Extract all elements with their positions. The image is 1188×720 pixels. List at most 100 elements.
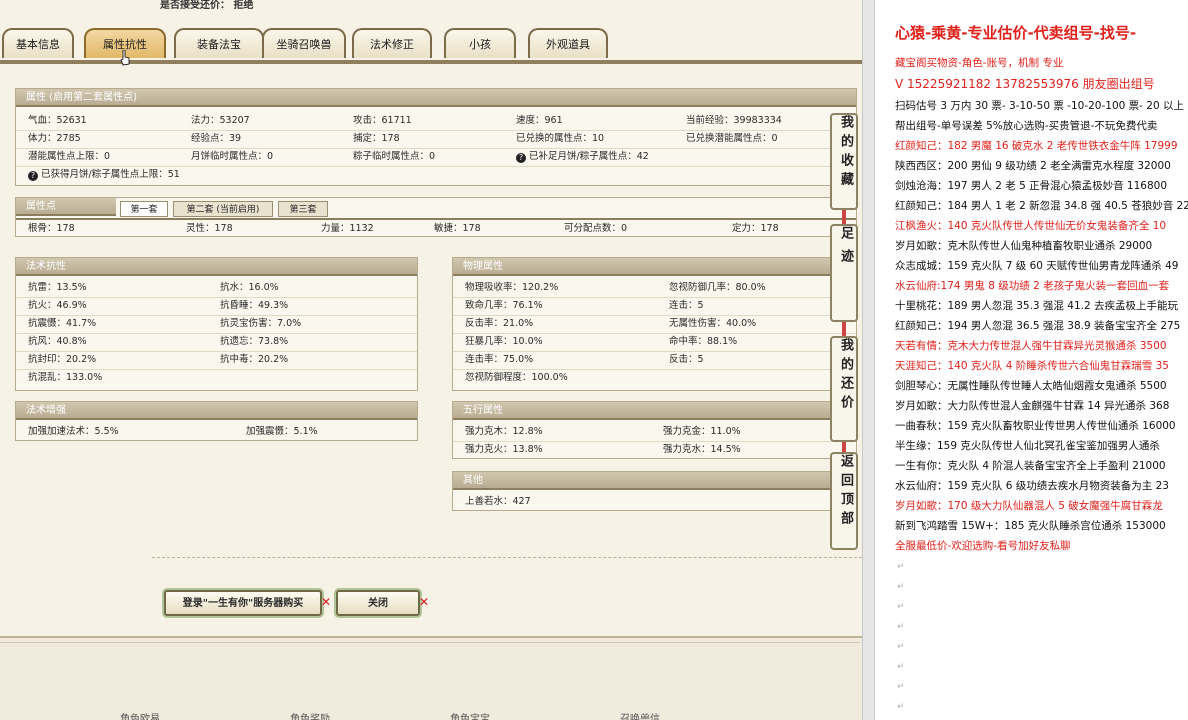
point-unallocated: 可分配点数：0 bbox=[564, 223, 628, 234]
physical-row: 狂暴几率：10.0% 命中率：88.1% bbox=[453, 333, 856, 352]
back-to-top-button[interactable]: 返回顶部 bbox=[830, 452, 858, 550]
stat-zongzi-temp: 粽子临时属性点：0 bbox=[353, 151, 436, 162]
points-title: 属性点 bbox=[16, 198, 116, 216]
physical-value: 致命几率：76.1% bbox=[465, 300, 543, 311]
magic-boost-title: 法术增强 bbox=[16, 402, 417, 420]
element-row: 强力克木：12.8% 强力克金：11.0% bbox=[453, 423, 856, 442]
attributes-row: 体力：2785 经验点：39 捕定：178 已兑换的属性点：10 已兑换潜能属性… bbox=[16, 130, 856, 149]
bottom-panel bbox=[0, 636, 862, 720]
side-button-label: 足迹 bbox=[838, 226, 853, 272]
other-panel: 其他 上善若水：427 bbox=[452, 471, 857, 511]
resist-row: 抗封印：20.2% 抗中毒：20.2% bbox=[16, 351, 417, 370]
doc-line: 天涯知己：140 克火队 4 阶睡杀传世六合仙鬼甘霖瑞雪 35 bbox=[895, 360, 1169, 372]
game-window: 是否接受还价： 拒绝 基本信息 属性抗性 装备法宝 坐骑召唤兽 法术修正 小孩 … bbox=[0, 0, 862, 720]
attributes-panel: 属性 (启用第二套属性点) 气血：52631 法力：53207 攻击：61711… bbox=[15, 88, 857, 186]
doc-line: 剑胆琴心：无属性睡队传世睡人太皓仙烟霞女鬼通杀 5500 bbox=[895, 380, 1167, 392]
subtab-set-2[interactable]: 第二套 (当前启用) bbox=[173, 201, 273, 217]
my-bargains-button[interactable]: 我的还价 bbox=[830, 336, 858, 442]
boost-value: 加强震慑：5.1% bbox=[246, 426, 318, 437]
subtab-set-3[interactable]: 第三套 bbox=[278, 201, 328, 217]
my-favorites-button[interactable]: 我的收藏 bbox=[830, 113, 858, 210]
magic-resist-title: 法术抗性 bbox=[16, 258, 417, 276]
tab-label: 法术修正 bbox=[370, 38, 414, 51]
five-elements-title: 五行属性 bbox=[453, 402, 856, 420]
resist-value: 抗雷：13.5% bbox=[28, 282, 87, 293]
paragraph-mark: ↵ bbox=[897, 662, 905, 672]
stat-stamina: 体力：2785 bbox=[28, 133, 81, 144]
resist-value: 抗水：16.0% bbox=[220, 282, 279, 293]
tab-label: 坐骑召唤兽 bbox=[276, 38, 332, 51]
resist-row: 抗火：46.9% 抗昏睡：49.3% bbox=[16, 297, 417, 316]
subtab-set-1[interactable]: 第一套 bbox=[120, 201, 168, 217]
stat-filled-points-label: 已补足月饼/粽子属性点：42 bbox=[529, 151, 649, 162]
physical-row: 致命几率：76.1% 连击：5 bbox=[453, 297, 856, 316]
physical-value: 命中率：88.1% bbox=[669, 336, 738, 347]
tab-children[interactable]: 小孩 bbox=[444, 28, 516, 58]
paragraph-mark: ↵ bbox=[897, 602, 905, 612]
doc-line: 红颜知己：194 男人忽混 36.5 强混 38.9 装备宝宝齐全 275 bbox=[895, 320, 1181, 332]
side-button-label: 我的收藏 bbox=[838, 115, 853, 191]
buy-on-server-button[interactable]: 登录"一生有你"服务器购买 bbox=[164, 590, 322, 616]
close-x-icon: ✕ bbox=[419, 595, 430, 609]
stat-mp: 法力：53207 bbox=[191, 115, 250, 126]
physical-value: 忽视防御几率：80.0% bbox=[669, 282, 766, 293]
doc-line: 岁月如歌：大力队传世混人金麒强牛甘霖 14 异光通杀 368 bbox=[895, 400, 1170, 412]
paragraph-mark: ↵ bbox=[897, 562, 905, 572]
stat-hp: 气血：52631 bbox=[28, 115, 87, 126]
points-panel: 属性点 第一套 第二套 (当前启用) 第三套 根骨：178 灵性：178 力量：… bbox=[15, 197, 857, 237]
doc-line: 众志成城：159 克火队 7 级 60 天赋传世仙男青龙阵通杀 49 bbox=[895, 260, 1179, 272]
resist-value: 抗中毒：20.2% bbox=[220, 354, 289, 365]
doc-line: 全服最低价-欢迎选购-看号加好友私聊 bbox=[895, 540, 1071, 552]
bottom-tab[interactable]: 角色奖励 bbox=[290, 710, 330, 720]
physical-row: 连击率：75.0% 反击：5 bbox=[453, 351, 856, 370]
resist-value: 抗遗忘：73.8% bbox=[220, 336, 289, 347]
side-button-label: 返回顶部 bbox=[838, 454, 853, 530]
close-button[interactable]: 关闭 bbox=[336, 590, 420, 616]
doc-line: 扫码估号 3 万内 30 票- 3-10-50 票 -10-20-100 票- … bbox=[895, 100, 1188, 112]
other-row: 上善若水：427 bbox=[453, 493, 856, 511]
doc-line: 半生缘：159 克火队传世人仙北冥孔雀宝鉴加强男人通杀 bbox=[895, 440, 1160, 452]
footprints-button[interactable]: 足迹 bbox=[830, 224, 858, 322]
stat-cap-note-label: 已获得月饼/粽子属性点上限：51 bbox=[41, 169, 180, 180]
element-value: 强力克水：14.5% bbox=[663, 444, 741, 455]
divider-line bbox=[152, 557, 862, 558]
element-row: 强力克火：13.8% 强力克水：14.5% bbox=[453, 441, 856, 459]
doc-title: 心猿-乘黄-专业估价-代卖组号-找号- bbox=[895, 24, 1137, 42]
physical-panel: 物理属性 物理吸收率：120.2% 忽视防御几率：80.0% 致命几率：76.1%… bbox=[452, 257, 857, 391]
tab-basic-info[interactable]: 基本信息 bbox=[2, 28, 74, 58]
tab-spell-correction[interactable]: 法术修正 bbox=[352, 28, 432, 58]
bottom-tab[interactable]: 角色宝宝 bbox=[450, 710, 490, 720]
resist-row: 抗风：40.8% 抗遗忘：73.8% bbox=[16, 333, 417, 352]
bargain-status: 是否接受还价： 拒绝 bbox=[160, 0, 254, 11]
doc-line: V 15225921182 13782553976 朋友圈出组号 bbox=[895, 77, 1155, 91]
stat-exp: 当前经验：39983334 bbox=[686, 115, 782, 126]
attributes-row: ? 已获得月饼/粽子属性点上限：51 bbox=[16, 166, 856, 184]
doc-line: 十里桃花：189 男人忽混 35.3 强混 41.2 去疾孟极上手能玩 bbox=[895, 300, 1178, 312]
attributes-row: 潜能属性点上限：0 月饼临时属性点：0 粽子临时属性点：0 ? 已补足月饼/粽子属… bbox=[16, 148, 856, 167]
stat-cap-note: ? 已获得月饼/粽子属性点上限：51 bbox=[28, 166, 180, 184]
stat-exchanged-potential: 已兑换潜能属性点：0 bbox=[686, 133, 778, 144]
physical-value: 连击：5 bbox=[669, 300, 704, 311]
point-spirit: 灵性：178 bbox=[186, 223, 233, 234]
help-icon[interactable]: ? bbox=[516, 153, 526, 163]
tab-mounts-pets[interactable]: 坐骑召唤兽 bbox=[262, 28, 346, 58]
stat-exchanged-points: 已兑换的属性点：10 bbox=[516, 133, 605, 144]
resist-value: 抗封印：20.2% bbox=[28, 354, 97, 365]
resist-value: 抗火：46.9% bbox=[28, 300, 87, 311]
attributes-row: 气血：52631 法力：53207 攻击：61711 速度：961 当前经验：3… bbox=[16, 112, 856, 131]
physical-value: 忽视防御程度：100.0% bbox=[465, 372, 568, 383]
resist-value: 抗灵宝伤害：7.0% bbox=[220, 318, 302, 329]
tab-equipment[interactable]: 装备法宝 bbox=[174, 28, 264, 58]
doc-line: 剑烛沧海：197 男人 2 老 5 正骨混心猿孟极妙音 116800 bbox=[895, 180, 1168, 192]
stat-speed: 速度：961 bbox=[516, 115, 563, 126]
tab-appearance[interactable]: 外观道具 bbox=[528, 28, 608, 58]
help-icon[interactable]: ? bbox=[28, 171, 38, 181]
boost-value: 加强加速法术：5.5% bbox=[28, 426, 119, 437]
point-strength: 力量：1132 bbox=[321, 223, 374, 234]
doc-line: 水云仙府：159 克火队 6 级功绩去疾水月物资装备为主 23 bbox=[895, 480, 1169, 492]
magic-resist-panel: 法术抗性 抗雷：13.5% 抗水：16.0% 抗火：46.9% 抗昏睡：49.3% … bbox=[15, 257, 418, 391]
bottom-tab[interactable]: 召唤兽信 bbox=[620, 710, 660, 720]
doc-line: 新到飞鸿踏雪 15W+：185 克火队睡杀宫位通杀 153000 bbox=[895, 520, 1166, 532]
doc-line: 藏宝阁买物资-角色-账号，机制 专业 bbox=[895, 57, 1064, 69]
bottom-tab[interactable]: 角色欧易 bbox=[120, 710, 160, 720]
